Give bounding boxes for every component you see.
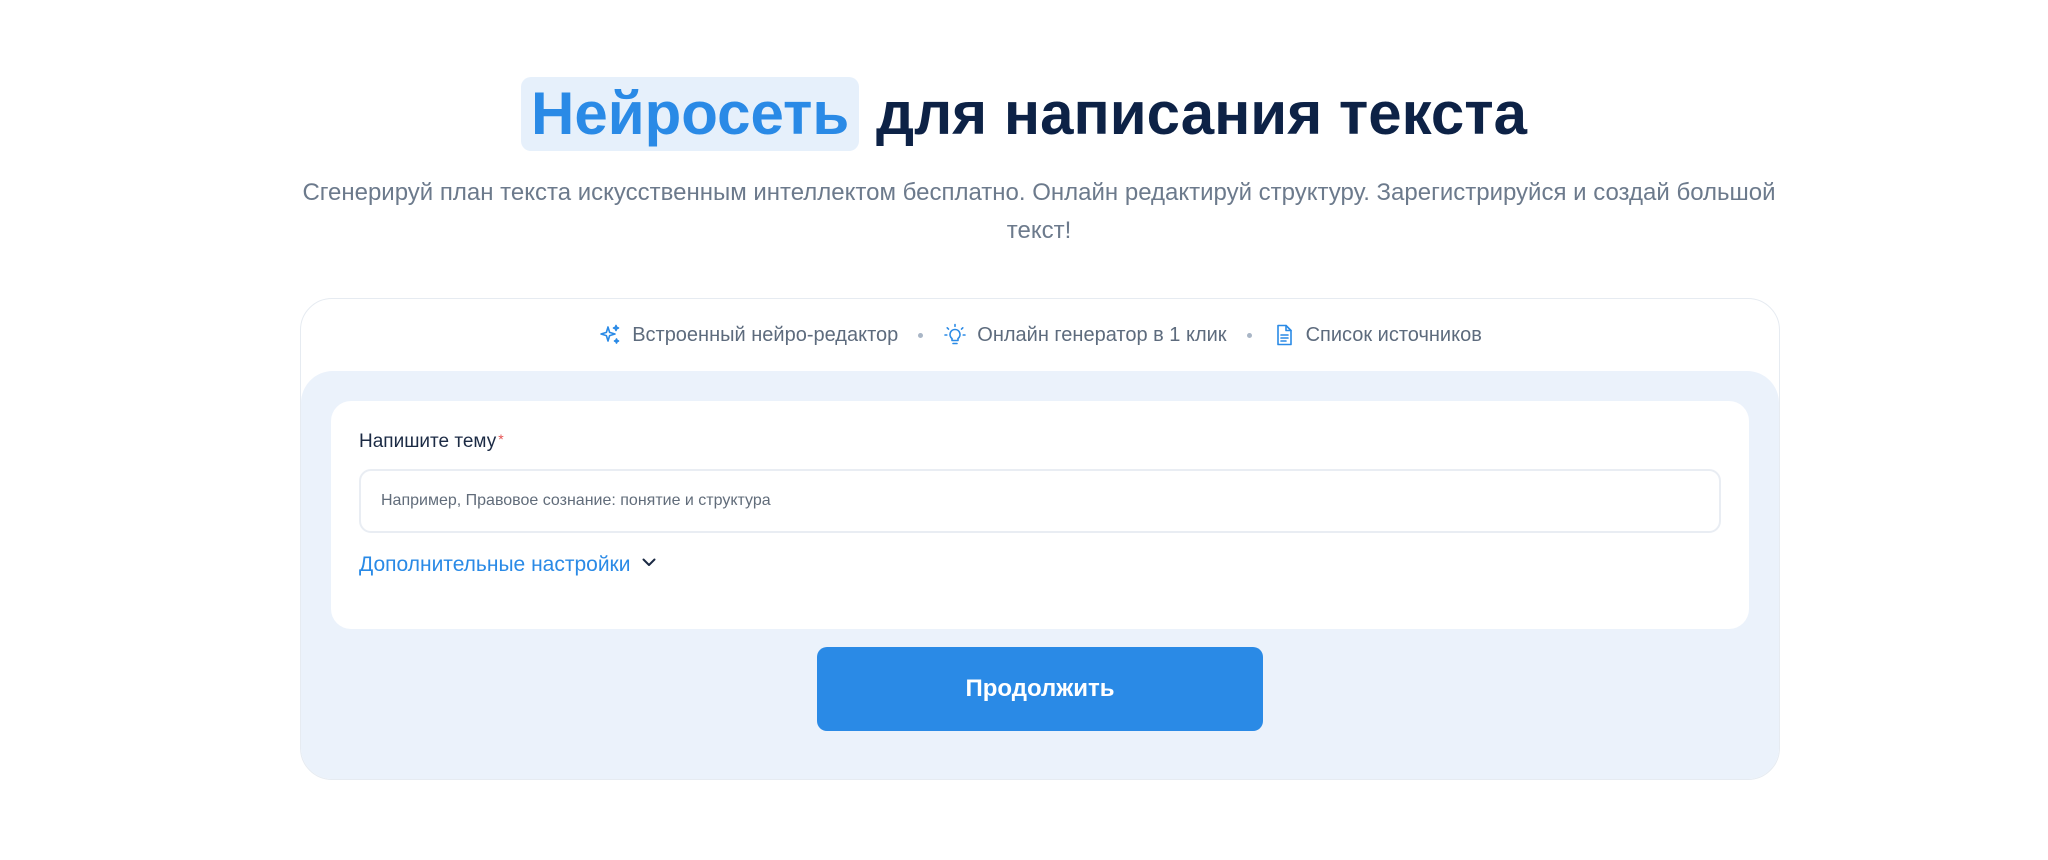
- page-title: Нейросеть для написания текста: [0, 74, 2048, 154]
- page: Нейросеть для написания текста Сгенериру…: [0, 0, 2048, 860]
- page-subtitle: Сгенерируй план текста искусственным инт…: [302, 179, 1776, 244]
- continue-button[interactable]: Продолжить: [817, 647, 1263, 731]
- advanced-settings-label: Дополнительные настройки: [359, 553, 631, 576]
- separator-dot: [1246, 332, 1252, 338]
- feature-label: Встроенный нейро-редактор: [632, 323, 899, 346]
- required-mark: *: [498, 431, 504, 447]
- topic-label: Напишите тему *: [359, 431, 504, 453]
- feature-item-one-click: Онлайн генератор в 1 клик: [943, 323, 1227, 347]
- topic-form: Напишите тему* Дополнительные настройки: [331, 401, 1749, 629]
- advanced-settings-toggle[interactable]: Дополнительные настройки: [359, 553, 658, 577]
- feature-list: Встроенный нейро-редактор Онлайн генерат: [301, 299, 1779, 371]
- generator-card: Встроенный нейро-редактор Онлайн генерат: [300, 298, 1780, 780]
- title-highlight: Нейросеть: [521, 77, 860, 151]
- topic-input[interactable]: [359, 469, 1721, 533]
- feature-label: Онлайн генератор в 1 клик: [977, 323, 1227, 346]
- document-icon: [1272, 323, 1296, 347]
- topic-label-text: Напишите тему: [359, 431, 497, 452]
- sparkles-icon: [598, 323, 622, 347]
- title-rest: для написания текста: [859, 80, 1527, 147]
- separator-dot: [918, 332, 924, 338]
- chevron-down-icon: [640, 553, 658, 577]
- card-body: Напишите тему* Дополнительные настройки …: [301, 371, 1779, 779]
- feature-item-sources: Список источников: [1272, 323, 1482, 347]
- feature-label: Список источников: [1305, 323, 1482, 346]
- lightbulb-icon: [943, 323, 967, 347]
- feature-item-neuro-editor: Встроенный нейро-редактор: [598, 323, 898, 347]
